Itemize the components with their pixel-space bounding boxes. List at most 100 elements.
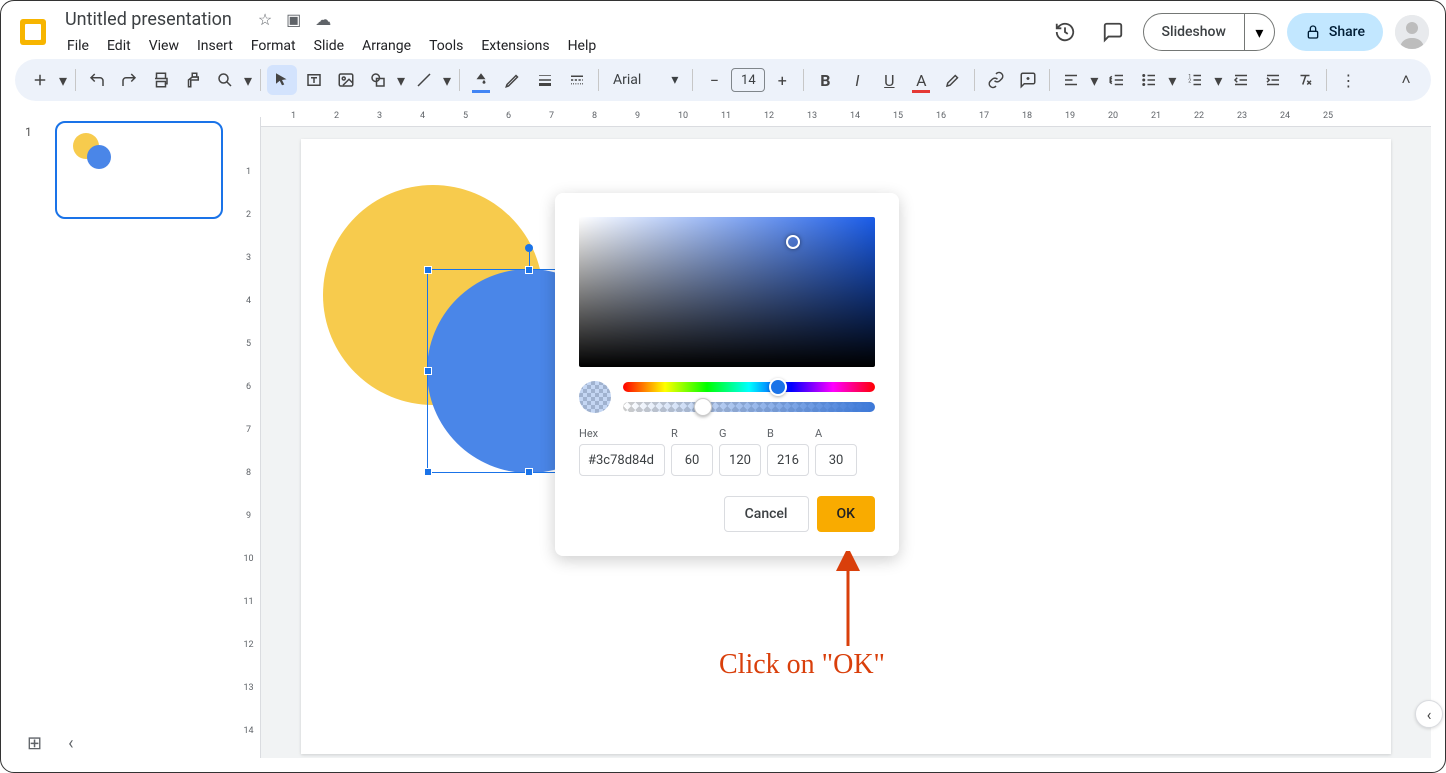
annotation-text: Click on "OK" (719, 649, 885, 680)
line-dropdown[interactable]: ▾ (441, 71, 453, 90)
r-input[interactable]: 60 (671, 444, 713, 476)
slideshow-button-group: Slideshow ▾ (1143, 13, 1275, 51)
star-icon[interactable]: ☆ (258, 10, 272, 29)
resize-handle[interactable] (424, 468, 432, 476)
cloud-status-icon[interactable]: ☁ (315, 10, 331, 29)
history-icon[interactable] (1047, 14, 1083, 50)
select-tool[interactable] (267, 65, 297, 95)
canvas-area: Hex #3c78d84d R 60 G 120 B 216 (261, 127, 1431, 758)
undo-button[interactable] (82, 65, 112, 95)
b-input[interactable]: 216 (767, 444, 809, 476)
resize-handle[interactable] (525, 468, 533, 476)
collapse-toolbar-button[interactable]: ˄ (1391, 65, 1421, 95)
saturation-brightness-field[interactable] (579, 217, 875, 367)
text-color-button[interactable]: A (906, 65, 936, 95)
numbered-list-dropdown[interactable]: ▾ (1212, 71, 1224, 90)
align-button[interactable] (1056, 65, 1086, 95)
fill-color-button[interactable] (466, 65, 496, 95)
insert-link-button[interactable] (981, 65, 1011, 95)
share-label: Share (1329, 24, 1365, 40)
menu-arrange[interactable]: Arrange (354, 34, 419, 58)
print-button[interactable] (146, 65, 176, 95)
border-color-button[interactable] (498, 65, 528, 95)
vertical-ruler: 1234567891011121314 (237, 117, 261, 758)
collapse-panel-icon[interactable]: ‹ (68, 733, 73, 754)
line-spacing-button[interactable] (1102, 65, 1132, 95)
zoom-button[interactable] (210, 65, 240, 95)
hex-input[interactable]: #3c78d84d (579, 444, 665, 476)
increase-font-size[interactable]: + (767, 65, 797, 95)
alpha-slider-thumb[interactable] (694, 398, 712, 416)
bulleted-list-dropdown[interactable]: ▾ (1166, 71, 1178, 90)
hue-slider-thumb[interactable] (769, 378, 787, 396)
menu-edit[interactable]: Edit (99, 34, 139, 58)
resize-handle[interactable] (525, 266, 533, 274)
font-size-input[interactable]: 14 (731, 68, 765, 92)
decrease-font-size[interactable]: − (699, 65, 729, 95)
menu-bar: File Edit View Insert Format Slide Arran… (59, 34, 604, 58)
a-input[interactable]: 30 (815, 444, 857, 476)
menu-insert[interactable]: Insert (189, 34, 241, 58)
image-tool[interactable] (331, 65, 361, 95)
comments-icon[interactable] (1095, 14, 1131, 50)
menu-file[interactable]: File (59, 34, 97, 58)
rotate-handle[interactable] (525, 244, 533, 252)
horizontal-ruler: 1234567891011121314151617181920212223242… (261, 109, 1431, 127)
insert-comment-button[interactable] (1013, 65, 1043, 95)
numbered-list-button[interactable]: 12 (1180, 65, 1210, 95)
account-avatar[interactable] (1395, 15, 1429, 49)
font-family-select[interactable]: Arial▾ (605, 72, 686, 88)
shape-tool[interactable] (363, 65, 393, 95)
highlight-color-button[interactable] (938, 65, 968, 95)
more-button[interactable]: ⋮ (1333, 65, 1363, 95)
grid-view-icon[interactable]: ⊞ (27, 733, 42, 754)
title-bar: Untitled presentation ☆ ▣ ☁ File Edit Vi… (1, 1, 1445, 57)
align-dropdown[interactable]: ▾ (1088, 71, 1100, 90)
menu-format[interactable]: Format (243, 34, 304, 58)
border-dash-button[interactable] (562, 65, 592, 95)
move-icon[interactable]: ▣ (286, 10, 301, 29)
explore-floater-icon[interactable]: ‹ (1415, 700, 1443, 728)
italic-button[interactable]: I (842, 65, 872, 95)
ok-button[interactable]: OK (817, 496, 876, 532)
resize-handle[interactable] (424, 266, 432, 274)
color-cursor[interactable] (786, 235, 800, 249)
shape-dropdown[interactable]: ▾ (395, 71, 407, 90)
slides-panel: 1 ⊞ ‹ (15, 109, 225, 758)
slide-number: 1 (25, 125, 32, 139)
bulleted-list-button[interactable] (1134, 65, 1164, 95)
redo-button[interactable] (114, 65, 144, 95)
zoom-dropdown[interactable]: ▾ (242, 71, 254, 90)
menu-view[interactable]: View (141, 34, 187, 58)
resize-handle[interactable] (424, 367, 432, 375)
toolbar: ▾ ▾ ▾ ▾ Arial▾ − 14 + B I U A ▾ ▾ 12 ▾ ⋮… (15, 59, 1431, 101)
decrease-indent-button[interactable] (1226, 65, 1256, 95)
new-slide-button[interactable] (25, 65, 55, 95)
paint-format-button[interactable] (178, 65, 208, 95)
clear-formatting-button[interactable] (1290, 65, 1320, 95)
alpha-slider[interactable] (623, 402, 875, 412)
document-title[interactable]: Untitled presentation (59, 7, 238, 32)
line-tool[interactable] (409, 65, 439, 95)
textbox-tool[interactable] (299, 65, 329, 95)
menu-extensions[interactable]: Extensions (473, 34, 557, 58)
border-weight-button[interactable] (530, 65, 560, 95)
g-input[interactable]: 120 (719, 444, 761, 476)
g-label: G (719, 427, 761, 440)
slideshow-button[interactable]: Slideshow (1144, 14, 1244, 50)
increase-indent-button[interactable] (1258, 65, 1288, 95)
menu-help[interactable]: Help (560, 34, 605, 58)
underline-button[interactable]: U (874, 65, 904, 95)
slides-logo[interactable] (13, 12, 53, 52)
cancel-button[interactable]: Cancel (724, 496, 809, 532)
new-slide-dropdown[interactable]: ▾ (57, 71, 69, 90)
slide-canvas[interactable]: Hex #3c78d84d R 60 G 120 B 216 (301, 139, 1391, 754)
slide-thumbnail[interactable] (55, 121, 223, 219)
hue-slider[interactable] (623, 382, 875, 392)
menu-slide[interactable]: Slide (306, 34, 352, 58)
menu-tools[interactable]: Tools (421, 34, 471, 58)
b-label: B (767, 427, 809, 440)
bold-button[interactable]: B (810, 65, 840, 95)
share-button[interactable]: Share (1287, 13, 1383, 51)
slideshow-dropdown[interactable]: ▾ (1244, 14, 1274, 50)
